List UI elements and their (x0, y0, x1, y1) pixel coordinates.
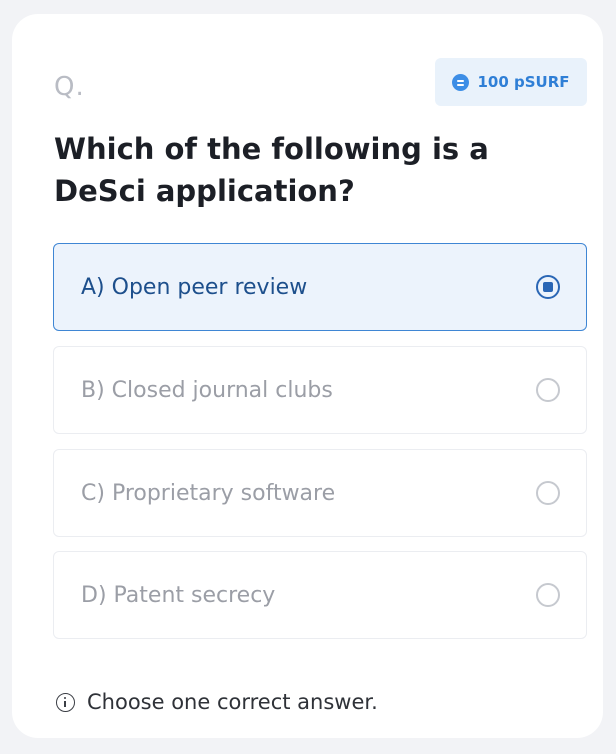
answer-option-a[interactable]: A) Open peer review (53, 243, 587, 331)
option-label: A) Open peer review (81, 274, 308, 300)
answer-option-b[interactable]: B) Closed journal clubs (53, 346, 587, 434)
option-label: B) Closed journal clubs (81, 377, 333, 403)
info-icon (56, 692, 75, 712)
question-text: Which of the following is a DeSci applic… (54, 132, 489, 208)
reward-amount: 100 pSURF (477, 73, 570, 91)
answer-option-c[interactable]: C) Proprietary software (53, 449, 587, 537)
option-label: D) Patent secrecy (81, 582, 276, 608)
radio-unselected-icon[interactable] (536, 481, 560, 505)
option-label: C) Proprietary software (81, 480, 336, 506)
quiz-card: Q. 100 pSURF Which of the following is a… (12, 14, 603, 738)
hint-text: Choose one correct answer. (87, 690, 378, 714)
question-marker: Q. (54, 72, 85, 102)
reward-badge: 100 pSURF (435, 58, 587, 106)
radio-selected-icon[interactable] (536, 275, 560, 299)
radio-unselected-icon[interactable] (536, 583, 560, 607)
answer-option-d[interactable]: D) Patent secrecy (53, 551, 587, 639)
coin-icon (452, 73, 470, 91)
instruction-hint: Choose one correct answer. (56, 690, 378, 714)
radio-unselected-icon[interactable] (536, 378, 560, 402)
